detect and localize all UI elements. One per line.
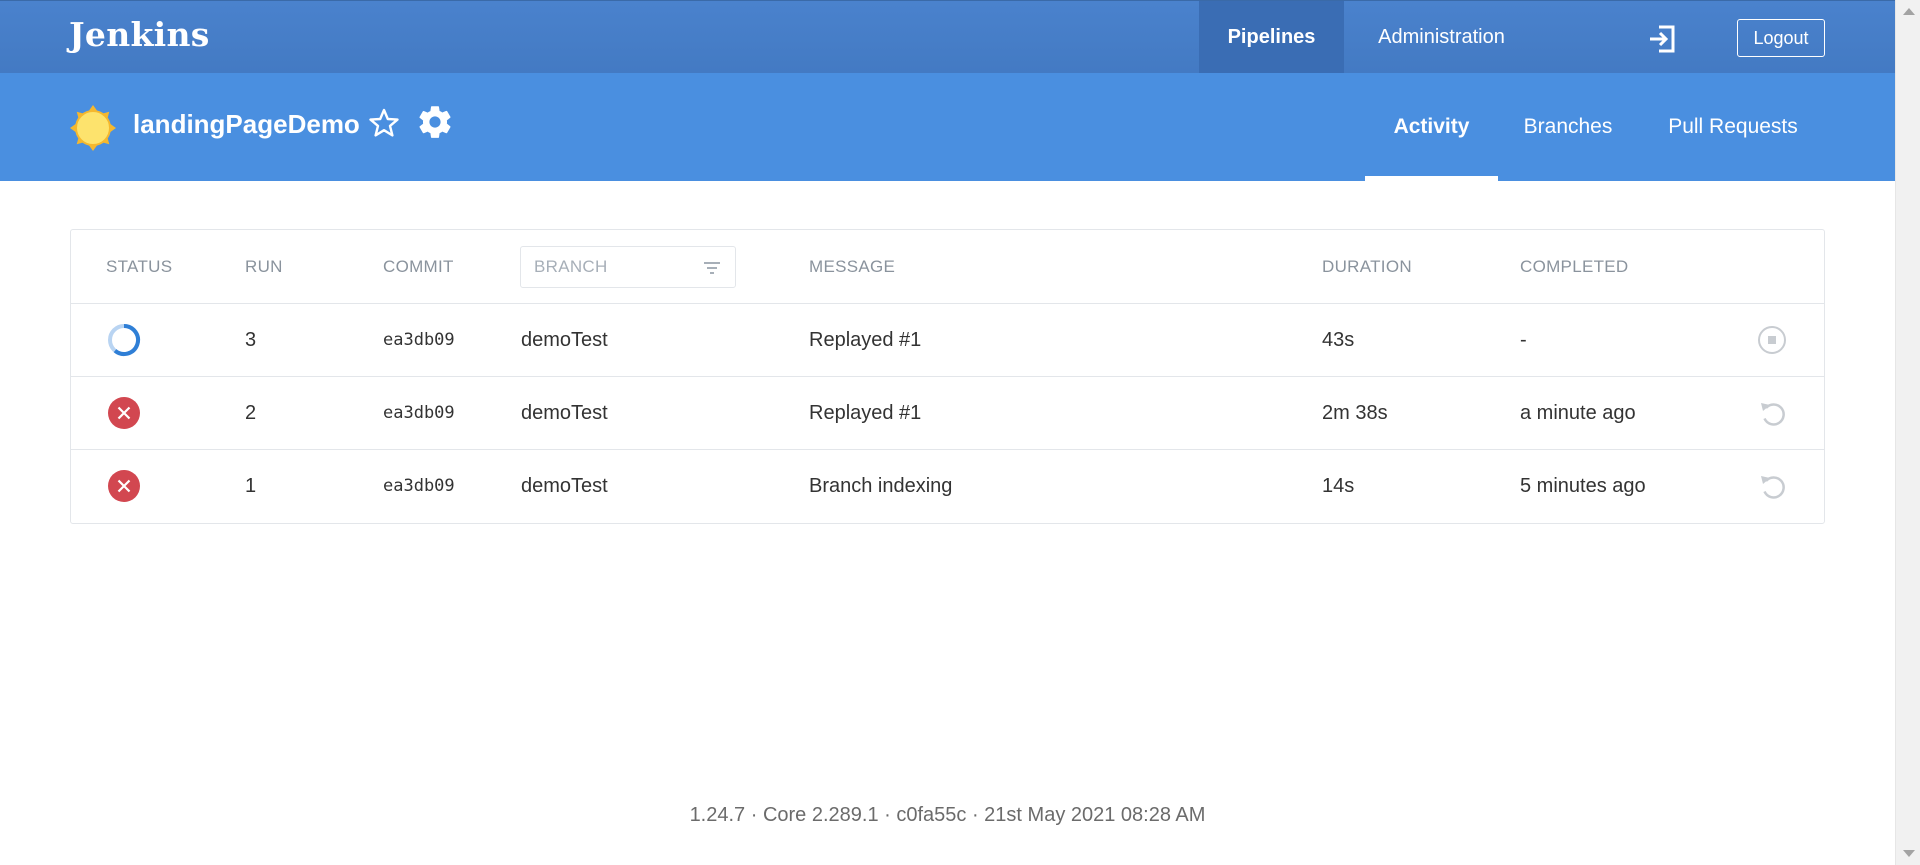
run-duration: 43s: [1322, 328, 1355, 351]
tab-activity[interactable]: Activity: [1365, 73, 1498, 181]
pipeline-header: landingPageDemo Activity Branches Pull R…: [0, 73, 1895, 181]
header-branch: BRANCH: [534, 257, 608, 276]
run-completed: a minute ago: [1520, 401, 1636, 424]
run-number: 2: [245, 401, 257, 424]
commit-id[interactable]: ea3db09: [383, 377, 455, 449]
tab-branches[interactable]: Branches: [1498, 73, 1638, 181]
jenkins-logo[interactable]: Jenkins: [69, 15, 210, 54]
status-cell: [106, 304, 142, 376]
run-completed: -: [1520, 328, 1527, 351]
action-cell: [1756, 377, 1788, 449]
header-commit: COMMIT: [383, 256, 454, 276]
status-cell: [106, 377, 142, 449]
run-message: Branch indexing: [809, 474, 953, 497]
table-header: STATUS RUN COMMIT BRANCH MESSAGE DURATIO…: [71, 230, 1824, 303]
status-cell: [106, 450, 142, 522]
filter-icon: [704, 262, 720, 274]
branch-filter[interactable]: BRANCH: [520, 246, 736, 288]
table-row[interactable]: 2 ea3db09 demoTest Replayed #1 2m 38s a …: [71, 376, 1824, 449]
table-row[interactable]: 3 ea3db09 demoTest Replayed #1 43s -: [71, 303, 1824, 376]
run-number: 1: [245, 474, 257, 497]
weather-sunny-icon: [70, 105, 116, 151]
run-duration: 2m 38s: [1322, 401, 1388, 424]
exit-icon[interactable]: [1646, 23, 1678, 55]
header-status: STATUS: [106, 256, 173, 276]
activity-table: STATUS RUN COMMIT BRANCH MESSAGE DURATIO…: [70, 229, 1825, 524]
table-row[interactable]: 1 ea3db09 demoTest Branch indexing 14s 5…: [71, 449, 1824, 522]
branch-name: demoTest: [521, 328, 608, 351]
replay-icon[interactable]: [1756, 470, 1788, 502]
header-run: RUN: [245, 256, 283, 276]
run-duration: 14s: [1322, 474, 1355, 497]
page: Jenkins Pipelines Administration Logout: [0, 0, 1895, 865]
star-icon[interactable]: [368, 107, 400, 139]
replay-icon[interactable]: [1756, 397, 1788, 429]
branch-name: demoTest: [521, 474, 608, 497]
tab-pull-requests[interactable]: Pull Requests: [1638, 73, 1828, 181]
top-navbar: Jenkins Pipelines Administration Logout: [0, 0, 1895, 73]
logout-button[interactable]: Logout: [1737, 19, 1825, 57]
action-cell: [1756, 450, 1788, 522]
action-cell: [1756, 304, 1788, 376]
scroll-down-arrow-icon[interactable]: [1903, 850, 1915, 857]
nav-pipelines[interactable]: Pipelines: [1199, 1, 1344, 73]
pipeline-tabs: Activity Branches Pull Requests: [1365, 73, 1828, 181]
header-message: MESSAGE: [809, 256, 896, 276]
header-duration: DURATION: [1322, 256, 1412, 276]
commit-id[interactable]: ea3db09: [383, 304, 455, 376]
version-footer: 1.24.7 · Core 2.289.1 · c0fa55c · 21st M…: [689, 804, 1206, 826]
nav-administration[interactable]: Administration: [1344, 1, 1539, 73]
run-completed: 5 minutes ago: [1520, 474, 1646, 497]
commit-id[interactable]: ea3db09: [383, 450, 455, 522]
scroll-up-arrow-icon[interactable]: [1903, 8, 1915, 15]
gear-icon[interactable]: [419, 106, 451, 138]
run-message: Replayed #1: [809, 401, 922, 424]
run-message: Replayed #1: [809, 328, 922, 351]
failed-status-icon: [108, 397, 140, 429]
pipeline-title[interactable]: landingPageDemo: [133, 109, 360, 140]
failed-status-icon: [108, 470, 140, 502]
running-status-icon: [108, 323, 140, 356]
branch-name: demoTest: [521, 401, 608, 424]
stop-icon[interactable]: [1756, 324, 1788, 356]
run-number: 3: [245, 328, 257, 351]
header-completed: COMPLETED: [1520, 256, 1629, 276]
top-nav: Pipelines Administration: [1199, 1, 1539, 73]
vertical-scrollbar[interactable]: [1895, 0, 1920, 865]
